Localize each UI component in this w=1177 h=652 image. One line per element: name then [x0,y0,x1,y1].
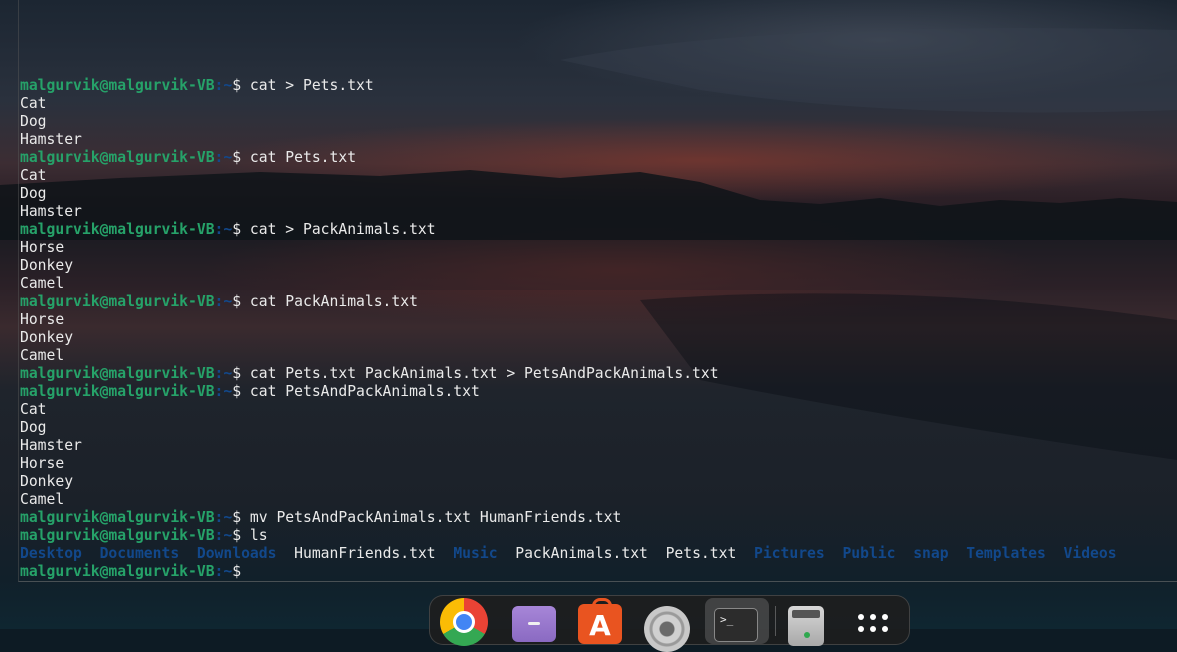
prompt-line: malgurvik@malgurvik-VB:~$ cat Pets.txt P… [20,365,1117,383]
usb-drive-icon[interactable] [788,606,824,646]
output-line: Horse [20,239,65,256]
output-line: Donkey [20,329,74,346]
app-store-icon[interactable]: A [578,598,622,644]
prompt-line: malgurvik@malgurvik-VB:~$ [20,563,1117,581]
prompt-user-host: malgurvik@malgurvik-VB [20,563,215,580]
output-line: Dog [20,113,47,130]
output-line: Cat [20,401,47,418]
output-line: Hamster [20,203,82,220]
ls-dir-entry: Music [453,545,498,562]
output-line: Hamster [20,131,82,148]
prompt-path: :~ [214,509,233,526]
prompt-path: :~ [214,293,233,310]
ls-dir-entry: Pictures [754,545,825,562]
prompt-line: malgurvik@malgurvik-VB:~$ cat Pets.txt [20,149,1117,167]
output-line: Donkey [20,257,74,274]
chrome-icon[interactable] [440,598,488,646]
output-line: Camel [20,347,65,364]
prompt-symbol: $ [232,509,250,526]
prompt-symbol: $ [232,149,250,166]
prompt-user-host: malgurvik@malgurvik-VB [20,527,215,544]
terminal-window[interactable]: malgurvik@malgurvik-VB:~$ cat > Pets.txt… [18,0,1177,582]
command-text: cat Pets.txt PackAnimals.txt > PetsAndPa… [249,365,719,382]
ls-file-entry: Pets.txt [665,545,737,562]
prompt-user-host: malgurvik@malgurvik-VB [20,293,215,310]
output-line: Donkey [20,473,74,490]
command-text: cat Pets.txt [249,149,357,166]
ls-dir-entry: Public [842,545,896,562]
prompt-user-host: malgurvik@malgurvik-VB [20,509,215,526]
prompt-symbol: $ [232,383,250,400]
prompt-line: malgurvik@malgurvik-VB:~$ cat PackAnimal… [20,293,1117,311]
output-line: Cat [20,167,47,184]
prompt-line: malgurvik@malgurvik-VB:~$ mv PetsAndPack… [20,509,1117,527]
prompt-symbol: $ [232,527,250,544]
folder-icon[interactable] [512,606,556,642]
output-line: Hamster [20,437,82,454]
command-text: cat > Pets.txt [249,77,374,94]
ls-output-line: Desktop Documents Downloads HumanFriends… [20,545,1117,563]
prompt-path: :~ [214,383,233,400]
prompt-line: malgurvik@malgurvik-VB:~$ cat PetsAndPac… [20,383,1117,401]
command-text: cat > PackAnimals.txt [249,221,436,238]
app-grid-icon[interactable] [856,614,890,644]
prompt-path: :~ [214,149,233,166]
command-text: cat PetsAndPackAnimals.txt [249,383,480,400]
prompt-symbol: $ [232,293,250,310]
output-line: Camel [20,275,65,292]
ls-dir-entry: Documents [99,545,180,562]
ls-dir-entry: Desktop [20,545,82,562]
prompt-user-host: malgurvik@malgurvik-VB [20,383,215,400]
ls-dir-entry: Downloads [196,545,277,562]
prompt-user-host: malgurvik@malgurvik-VB [20,149,215,166]
prompt-user-host: malgurvik@malgurvik-VB [20,77,215,94]
prompt-line: malgurvik@malgurvik-VB:~$ ls [20,527,1117,545]
prompt-symbol: $ [232,77,250,94]
prompt-user-host: malgurvik@malgurvik-VB [20,221,215,238]
command-text: ls [249,527,268,544]
prompt-line: malgurvik@malgurvik-VB:~$ cat > PackAnim… [20,221,1117,239]
terminal-icon: >_ [714,608,758,642]
ls-dir-entry: snap [913,545,949,562]
output-line: Horse [20,455,65,472]
prompt-symbol: $ [232,365,250,382]
output-line: Dog [20,185,47,202]
terminal-dock-button[interactable]: >_ [705,598,769,644]
prompt-user-host: malgurvik@malgurvik-VB [20,365,215,382]
output-line: Dog [20,419,47,436]
dock: A >_ [429,595,910,652]
terminal-output: malgurvik@malgurvik-VB:~$ cat > Pets.txt… [20,77,1117,581]
prompt-path: :~ [214,563,233,580]
prompt-path: :~ [214,77,233,94]
ls-dir-entry: Videos [1063,545,1117,562]
gear-icon[interactable] [644,606,690,652]
prompt-path: :~ [214,365,233,382]
prompt-line: malgurvik@malgurvik-VB:~$ cat > Pets.txt [20,77,1117,95]
output-line: Horse [20,311,65,328]
ls-file-entry: HumanFriends.txt [294,545,436,562]
prompt-path: :~ [214,221,233,238]
dock-separator [775,606,776,636]
ls-file-entry: PackAnimals.txt [515,545,648,562]
prompt-symbol: $ [232,563,250,580]
prompt-symbol: $ [232,221,250,238]
prompt-path: :~ [214,527,233,544]
command-text: cat PackAnimals.txt [249,293,418,310]
ls-dir-entry: Templates [966,545,1046,562]
output-line: Cat [20,95,47,112]
command-text: mv PetsAndPackAnimals.txt HumanFriends.t… [249,509,622,526]
output-line: Camel [20,491,65,508]
